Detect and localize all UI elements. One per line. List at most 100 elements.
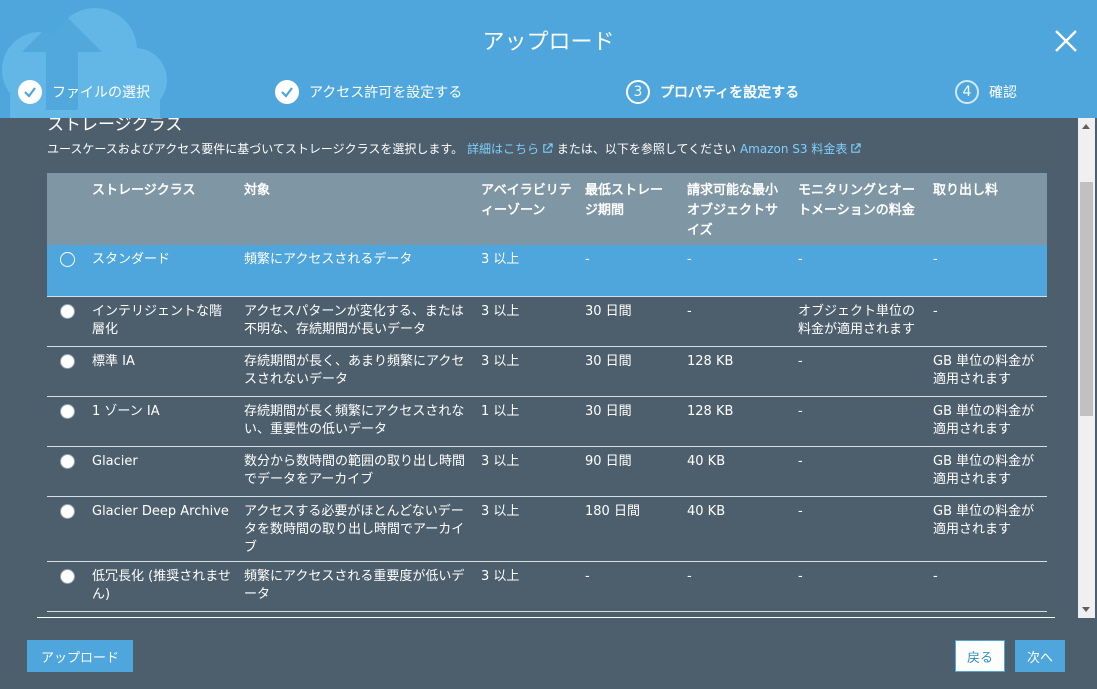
storage-class-cell: 低冗長化 (推奨されません) [86,561,238,612]
header-target: 対象 [238,173,475,245]
storage-class-cell: インテリジェントな階層化 [86,296,238,347]
pricing-link-label: Amazon S3 料金表 [739,142,848,156]
monitoring-cell: - [792,446,927,497]
header-storage-class: ストレージクラス [86,173,238,245]
storage-class-cell: 1 ゾーン IA [86,396,238,447]
table-row[interactable]: Glacier Deep Archive アクセスする必要がほとんどないデータを… [47,496,1047,562]
back-button[interactable]: 戻る [955,640,1005,672]
next-button[interactable]: 次へ [1015,640,1065,672]
section-title: ストレージクラス [47,118,183,135]
header-monitoring-fee: モニタリングとオートメーションの料金 [792,173,927,245]
check-circle-icon [18,80,42,104]
radio-button[interactable] [60,568,75,584]
header-availability-zones: アベイラビリティーゾーン [475,173,579,245]
step-label: 確認 [989,85,1017,101]
radio-button[interactable] [60,453,75,469]
monitoring-cell: オブジェクト単位の料金が適用されます [792,296,927,347]
az-cell: 3 以上 [475,446,579,497]
radio-cell[interactable] [47,245,86,297]
modal-title: アップロード [482,30,615,55]
retrieval-cell: GB 単位の料金が適用されます [927,496,1047,562]
target-cell: アクセスパターンが変化する、または不明な、存続期間が長いデータ [238,296,475,347]
wizard-steps: ファイルの選択 アクセス許可を設定する 3 プロパティを設定する 4 確認 [0,78,1097,108]
header-radio [47,173,86,245]
vertical-scrollbar[interactable] [1078,118,1095,618]
radio-button[interactable] [60,353,75,369]
monitoring-cell: - [792,245,927,297]
radio-button[interactable] [60,403,75,419]
close-icon[interactable] [1053,28,1079,54]
step-label: プロパティを設定する [660,85,800,101]
description-text: ユースケースおよびアクセス要件に基づいてストレージクラスを選択します。 [47,142,464,156]
section-description: ユースケースおよびアクセス要件に基づいてストレージクラスを選択します。 詳細はこ… [47,140,862,157]
table-row[interactable]: 低冗長化 (推奨されません) 頻繁にアクセスされる重要度が低いデータ 3 以上 … [47,561,1047,612]
step-select-files[interactable]: ファイルの選択 [18,78,150,106]
table-row[interactable]: スタンダード 頻繁にアクセスされるデータ 3 以上 - - - - [47,245,1047,297]
target-cell: 頻繁にアクセスされるデータ [238,245,475,297]
min-size-cell: 128 KB [681,346,792,397]
retrieval-cell: GB 単位の料金が適用されます [927,446,1047,497]
step-review[interactable]: 4 確認 [955,78,1017,106]
radio-button[interactable] [60,252,75,267]
min-duration-cell: 90 日間 [579,446,681,497]
az-cell: 3 以上 [475,245,579,297]
radio-cell[interactable] [47,396,86,447]
pricing-link[interactable]: Amazon S3 料金表 [739,142,862,156]
details-link[interactable]: 詳細はこちら [467,142,553,156]
step-number: 3 [626,80,650,104]
radio-cell[interactable] [47,346,86,397]
retrieval-cell: - [927,245,1047,297]
az-cell: 3 以上 [475,561,579,612]
storage-class-table: ストレージクラス 対象 アベイラビリティーゾーン 最低ストレージ期間 請求可能な… [47,173,1047,612]
upload-button[interactable]: アップロード [27,640,133,672]
radio-button[interactable] [60,303,75,319]
retrieval-cell: - [927,561,1047,612]
target-cell: 頻繁にアクセスされる重要度が低いデータ [238,561,475,612]
external-link-icon [543,143,553,153]
scroll-up-arrow-icon[interactable] [1082,124,1090,129]
target-cell: アクセスする必要がほとんどないデータを数時間の取り出し時間でアーカイブ [238,496,475,562]
monitoring-cell: - [792,396,927,447]
az-cell: 3 以上 [475,496,579,562]
min-duration-cell: 30 日間 [579,396,681,447]
az-cell: 3 以上 [475,296,579,347]
external-link-icon [851,143,862,153]
min-duration-cell: - [579,245,681,297]
radio-cell[interactable] [47,296,86,347]
step-number: 4 [955,80,979,104]
radio-button[interactable] [60,503,75,519]
table-header-row: ストレージクラス 対象 アベイラビリティーゾーン 最低ストレージ期間 請求可能な… [47,173,1047,245]
modal-header: アップロード ファイルの選択 アクセス許可を設定する 3 プロパティを設定する … [0,0,1097,118]
storage-class-cell: Glacier Deep Archive [86,496,238,562]
monitoring-cell: - [792,561,927,612]
radio-cell[interactable] [47,496,86,562]
min-size-cell: - [681,296,792,347]
retrieval-cell: GB 単位の料金が適用されます [927,396,1047,447]
storage-class-cell: 標準 IA [86,346,238,397]
table-row[interactable]: 標準 IA 存続期間が長く、あまり頻繁にアクセスされないデータ 3 以上 30 … [47,346,1047,397]
scrollbar-thumb[interactable] [1080,182,1093,416]
radio-cell[interactable] [47,446,86,497]
step-label: アクセス許可を設定する [309,85,463,101]
retrieval-cell: GB 単位の料金が適用されます [927,346,1047,397]
target-cell: 存続期間が長く頻繁にアクセスされない、重要性の低いデータ [238,396,475,447]
storage-class-cell: スタンダード [86,245,238,297]
target-cell: 存続期間が長く、あまり頻繁にアクセスされないデータ [238,346,475,397]
step-label: ファイルの選択 [52,85,150,101]
min-size-cell: 128 KB [681,396,792,447]
radio-cell[interactable] [47,561,86,612]
monitoring-cell: - [792,346,927,397]
details-link-label: 詳細はこちら [467,142,540,156]
min-size-cell: - [681,245,792,297]
az-cell: 1 以上 [475,396,579,447]
table-row[interactable]: インテリジェントな階層化 アクセスパターンが変化する、または不明な、存続期間が長… [47,296,1047,347]
target-cell: 数分から数時間の範囲の取り出し時間でデータをアーカイブ [238,446,475,497]
step-set-permissions[interactable]: アクセス許可を設定する [275,78,462,106]
min-duration-cell: 30 日間 [579,296,681,347]
step-set-properties[interactable]: 3 プロパティを設定する [626,78,799,106]
storage-class-cell: Glacier [86,446,238,497]
scroll-down-arrow-icon[interactable] [1082,607,1090,612]
retrieval-cell: - [927,296,1047,347]
table-row[interactable]: 1 ゾーン IA 存続期間が長く頻繁にアクセスされない、重要性の低いデータ 1 … [47,396,1047,447]
table-row[interactable]: Glacier 数分から数時間の範囲の取り出し時間でデータをアーカイブ 3 以上… [47,446,1047,497]
